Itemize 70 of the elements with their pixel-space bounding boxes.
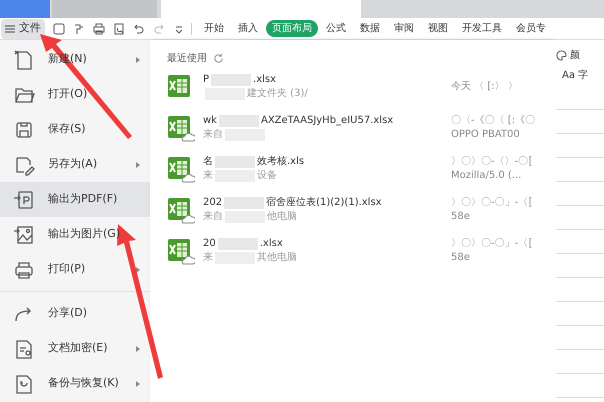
- ribbon-tab[interactable]: 数据: [354, 20, 386, 37]
- file-source: 来: [203, 250, 213, 264]
- file-name: 202: [203, 196, 222, 210]
- file-source: 他电脑: [267, 210, 297, 224]
- menu-icon: [5, 24, 15, 32]
- menu-item[interactable]: 备份与恢复(K): [0, 366, 150, 401]
- file-time: 〉〇〉〇-〇」-〈〚: [451, 196, 538, 210]
- file-device: 58e: [451, 210, 471, 224]
- ribbon-tab[interactable]: 会员专: [510, 20, 552, 37]
- file-time: 〉〇〉〇-〇」-〈〚: [451, 236, 538, 250]
- ribbon-tab[interactable]: 审阅: [388, 20, 420, 37]
- file-source: 建文件夹 (3)/: [247, 86, 308, 100]
- recent-title: 最近使用: [167, 52, 207, 66]
- menu-item-label: 打印(P): [48, 261, 86, 278]
- menu-item-label: 保存(S): [48, 121, 87, 138]
- export-image-icon: [13, 224, 35, 246]
- ribbon-tab[interactable]: 开发工具: [456, 20, 508, 37]
- menu-item[interactable]: 另存为(A): [0, 147, 150, 182]
- print-icon[interactable]: [93, 22, 105, 34]
- file-name: AXZeTAASJyHb_eIU57.xlsx: [260, 114, 394, 128]
- recent-file-row[interactable]: 202 宿舍座位表(1)(2)(1).xlsx 来自 他电脑 〉〇〉〇-〇」-〈〚 58e: [167, 189, 552, 230]
- recent-file-row[interactable]: wk AXZeTAASJyHb_eIU57.xlsx 来自 〇〈-《〇〈 [:《〇 OPPO PBAT00: [167, 107, 552, 148]
- menu-item-label: 文档加密(E): [48, 340, 109, 356]
- file-time: 〇〈-《〇〈 [:《〇: [451, 114, 536, 128]
- format-painter-icon[interactable]: [73, 22, 85, 34]
- ribbon-tab[interactable]: 插入: [232, 20, 264, 37]
- menu-item-label: 打开(O): [48, 86, 88, 102]
- ribbon-tab[interactable]: 视图: [422, 20, 454, 37]
- menu-item[interactable]: 输出为PDF(F): [0, 182, 150, 217]
- file-source: 来自: [203, 128, 223, 142]
- file-time: 〉〇〉〇-〈〉-〇〚: [451, 154, 538, 168]
- file-name: .xlsx: [253, 72, 276, 86]
- file-source: 来自: [203, 210, 223, 224]
- file-name: 宿舍座位表(1)(2)(1).xlsx: [266, 196, 382, 210]
- file-device: OPPO PBAT00: [451, 128, 521, 142]
- color-label: 颜: [570, 48, 580, 62]
- print-preview-icon[interactable]: [113, 22, 125, 34]
- file-menu-button[interactable]: 文件: [1, 18, 45, 38]
- file-source: 设备: [257, 168, 277, 182]
- file-device: Mozilla/5.0 (...: [451, 168, 522, 182]
- undo-icon[interactable]: [133, 22, 145, 34]
- file-name: P: [203, 72, 210, 86]
- menu-item[interactable]: 文档加密(E): [0, 331, 150, 366]
- refresh-icon[interactable]: [213, 52, 224, 64]
- file-device: 58e: [451, 250, 471, 264]
- palette-icon[interactable]: [556, 50, 567, 60]
- ribbon-tab[interactable]: 公式: [320, 20, 352, 37]
- recent-file-row[interactable]: P .xlsx 建文件夹 (3)/ 今天 〈 [:〉 〉: [167, 66, 552, 107]
- file-source: 其他电脑: [257, 250, 297, 264]
- file-time: 今天 〈 [:〉 〉: [451, 80, 518, 94]
- menu-item[interactable]: 分享(D): [0, 296, 150, 331]
- menu-item[interactable]: 保存(S): [0, 112, 150, 147]
- file-name: 效考核.xls: [257, 154, 304, 168]
- file-name: 名: [203, 154, 213, 168]
- menu-item-label: 分享(D): [48, 305, 88, 322]
- menu-item[interactable]: 打印(P): [0, 252, 150, 287]
- export-pdf-icon: [13, 188, 35, 210]
- recent-file-row[interactable]: 20 .xlsx 来 其他电脑 〉〇〉〇-〇」-〈〚 58e: [167, 230, 552, 271]
- recent-file-row[interactable]: 名 效考核.xls 来 设备 〉〇〉〇-〈〉-〇〚 Mozilla/5.0 (...: [167, 148, 552, 189]
- font-label: Aa 字: [562, 68, 590, 83]
- file-name: 20: [203, 236, 216, 250]
- save-icon[interactable]: [53, 22, 65, 34]
- menu-item-label: 另存为(A): [48, 156, 98, 172]
- file-name: wk: [203, 114, 217, 128]
- menu-item-label: 输出为PDF(F): [48, 191, 118, 208]
- file-name: .xlsx: [260, 236, 283, 250]
- menu-item[interactable]: 打开(O): [0, 77, 150, 112]
- menu-item-label: 备份与恢复(K): [48, 375, 120, 392]
- file-source: 来: [203, 168, 213, 182]
- ribbon-tab[interactable]: 开始: [198, 20, 230, 37]
